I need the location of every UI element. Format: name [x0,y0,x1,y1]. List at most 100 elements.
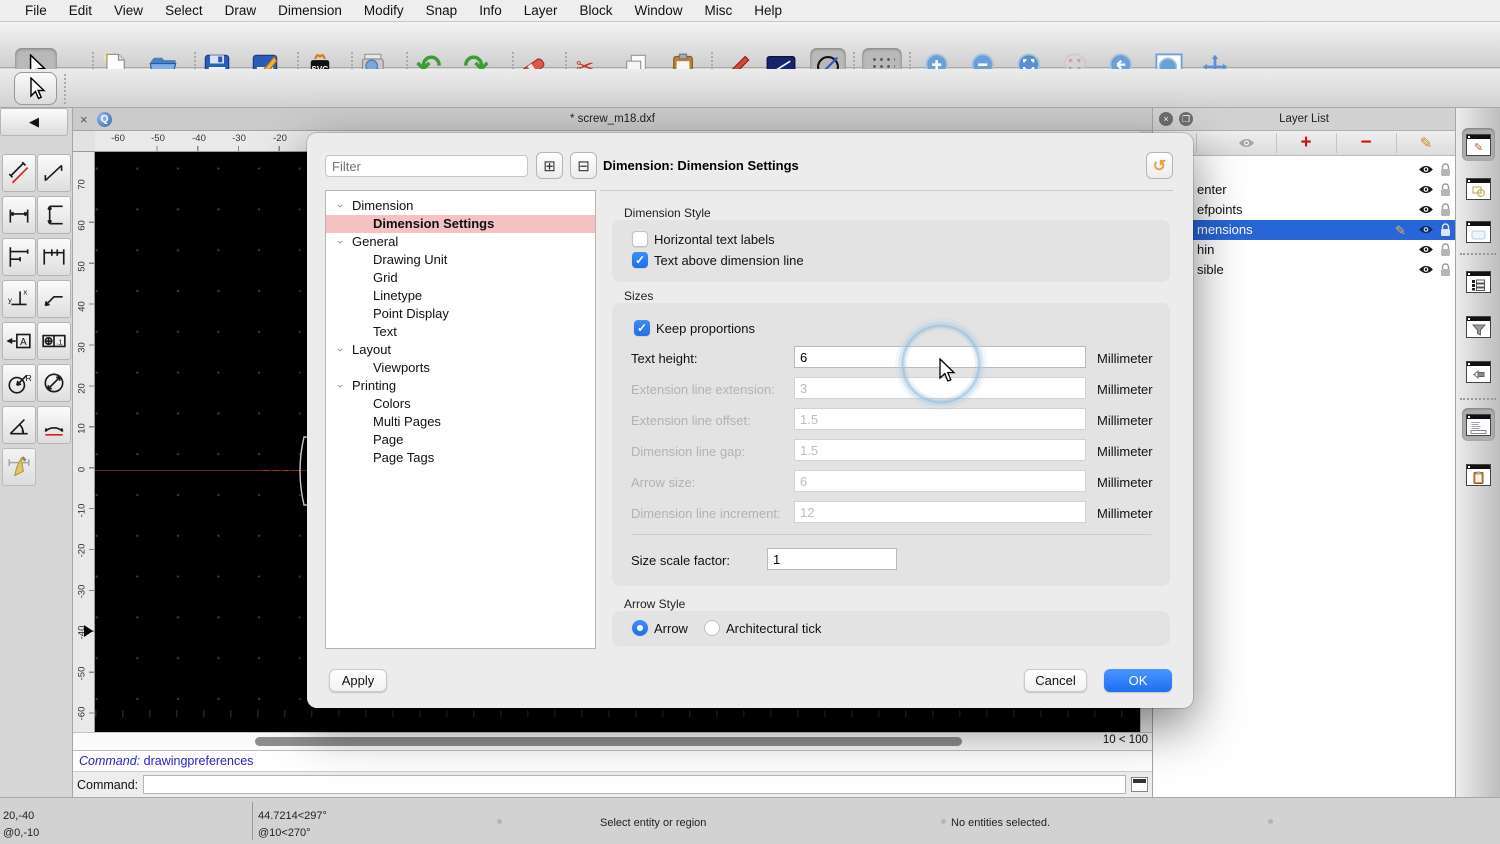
document-tab-title[interactable]: * screw_m18.dxf [73,108,1152,131]
horizontal-text-labels-checkbox[interactable] [632,231,648,247]
edit-layer-pencil-icon[interactable]: ✎ [1415,133,1437,153]
dimension-angular-icon[interactable] [2,406,36,444]
layer-lock-icon[interactable] [1440,163,1451,177]
command-line-window-icon[interactable] [1462,408,1495,441]
select-arrow-icon[interactable] [14,72,57,105]
dimension-aligned-icon[interactable] [2,154,36,192]
layer-list-window-icon[interactable]: ✎ [1462,128,1495,161]
layer-lock-icon[interactable] [1440,223,1451,237]
tree-item-drawing-unit[interactable]: Drawing Unit [326,251,595,269]
panel-close-icon[interactable]: × [1159,112,1173,126]
selection-filter-window-icon[interactable] [1462,310,1495,343]
menu-layer[interactable]: Layer [513,0,569,22]
ok-button[interactable]: OK [1104,669,1172,692]
menu-block[interactable]: Block [569,0,624,22]
layer-row[interactable]: efpoints [1153,200,1455,220]
dimension-horizontal-icon[interactable] [2,196,36,234]
keep-proportions-checkbox[interactable]: ✓ [634,320,650,336]
property-editor-window-icon[interactable] [1462,265,1495,298]
menu-file[interactable]: File [14,0,58,22]
tolerance-icon[interactable]: .1 [37,322,71,360]
menu-draw[interactable]: Draw [214,0,268,22]
menu-select[interactable]: Select [154,0,214,22]
horizontal-scrollbar[interactable]: 10 < 100 [73,732,1152,750]
panel-float-icon[interactable]: ❐ [1179,112,1193,126]
tree-item-printing[interactable]: ›Printing [326,377,595,395]
tree-filter-input[interactable] [325,155,528,177]
menu-modify[interactable]: Modify [353,0,415,22]
menu-dimension[interactable]: Dimension [267,0,353,22]
toggle-visibility-eye-icon[interactable] [1235,133,1257,153]
layer-row[interactable]: hin [1153,240,1455,260]
menu-misc[interactable]: Misc [694,0,744,22]
expand-all-icon[interactable]: ⊞ [536,152,563,179]
add-layer-plus-icon[interactable]: + [1295,133,1317,153]
tree-item-layout[interactable]: ›Layout [326,341,595,359]
dimension-defaults-brush-icon[interactable] [2,448,36,486]
reset-to-defaults-icon[interactable]: ↺ [1146,152,1173,179]
layer-lock-icon[interactable] [1440,243,1451,257]
layer-lock-icon[interactable] [1440,183,1451,197]
menu-edit[interactable]: Edit [58,0,103,22]
size-scale-factor-input[interactable] [767,548,897,570]
leader-icon[interactable] [37,280,71,318]
dimension-rotated-icon[interactable] [37,154,71,192]
tree-label: Drawing Unit [373,251,447,269]
command-input[interactable] [143,775,1126,794]
menu-view[interactable]: View [103,0,154,22]
apply-button[interactable]: Apply [329,669,387,692]
tree-item-page[interactable]: Page [326,431,595,449]
tree-item-page-tags[interactable]: Page Tags [326,449,595,467]
layer-lock-icon[interactable] [1440,203,1451,217]
scrollbar-thumb[interactable] [255,737,962,746]
dock-divider [1460,253,1496,255]
tree-item-general[interactable]: ›General [326,233,595,251]
menu-window[interactable]: Window [624,0,694,22]
relative-polar-coordinate: @10<270° [258,827,311,839]
tree-item-colors[interactable]: Colors [326,395,595,413]
tree-item-multi-pages[interactable]: Multi Pages [326,413,595,431]
layer-lock-icon[interactable] [1440,263,1451,277]
tree-item-linetype[interactable]: Linetype [326,287,595,305]
tree-item-dimension[interactable]: ›Dimension [326,197,595,215]
back-button[interactable]: ◀ [0,108,68,136]
tree-item-text[interactable]: Text [326,323,595,341]
layer-row[interactable]: sible [1153,260,1455,280]
layer-visibility-eye-icon[interactable] [1418,204,1434,215]
menu-snap[interactable]: Snap [415,0,469,22]
dimension-radial-icon[interactable]: R [2,364,36,402]
dimension-ordinate-icon[interactable]: xy [2,280,36,318]
collapse-all-icon[interactable]: ⊟ [570,152,597,179]
clipboard-window-icon[interactable] [1462,458,1495,491]
command-tools-window-icon[interactable] [1462,355,1495,388]
layer-visibility-eye-icon[interactable] [1418,184,1434,195]
field-label: Dimension line gap: [631,444,745,459]
layer-visibility-eye-icon[interactable] [1418,244,1434,255]
block-list-window-icon[interactable] [1462,172,1495,205]
remove-layer-minus-icon[interactable]: − [1355,133,1377,153]
layer-visibility-eye-icon[interactable] [1418,164,1434,175]
text-above-dimension-line-checkbox[interactable]: ✓ [632,252,648,268]
tree-item-point-display[interactable]: Point Display [326,305,595,323]
tree-item-viewports[interactable]: Viewports [326,359,595,377]
dimension-vertical-icon[interactable] [37,196,71,234]
dimension-continue-icon[interactable] [37,238,71,276]
tree-item-grid[interactable]: Grid [326,269,595,287]
dimension-diametric-icon[interactable] [37,364,71,402]
layer-row[interactable] [1153,160,1455,180]
label-icon[interactable]: A [2,322,36,360]
layer-row-selected[interactable]: mensions ✎ [1153,220,1455,240]
architectural-tick-radio[interactable] [704,620,720,636]
cancel-button[interactable]: Cancel [1024,669,1087,692]
tree-item-dimension-settings[interactable]: Dimension Settings [326,215,595,233]
command-window-toggle-icon[interactable] [1131,777,1148,792]
arrow-radio[interactable] [632,620,648,636]
dimension-baseline-icon[interactable] [2,238,36,276]
layer-row[interactable]: enter [1153,180,1455,200]
menu-help[interactable]: Help [743,0,793,22]
layer-visibility-eye-icon[interactable] [1418,264,1434,275]
dimension-arc-icon[interactable] [37,406,71,444]
library-browser-window-icon[interactable] [1462,215,1495,248]
menu-info[interactable]: Info [468,0,513,22]
layer-visibility-eye-icon[interactable] [1418,224,1434,235]
